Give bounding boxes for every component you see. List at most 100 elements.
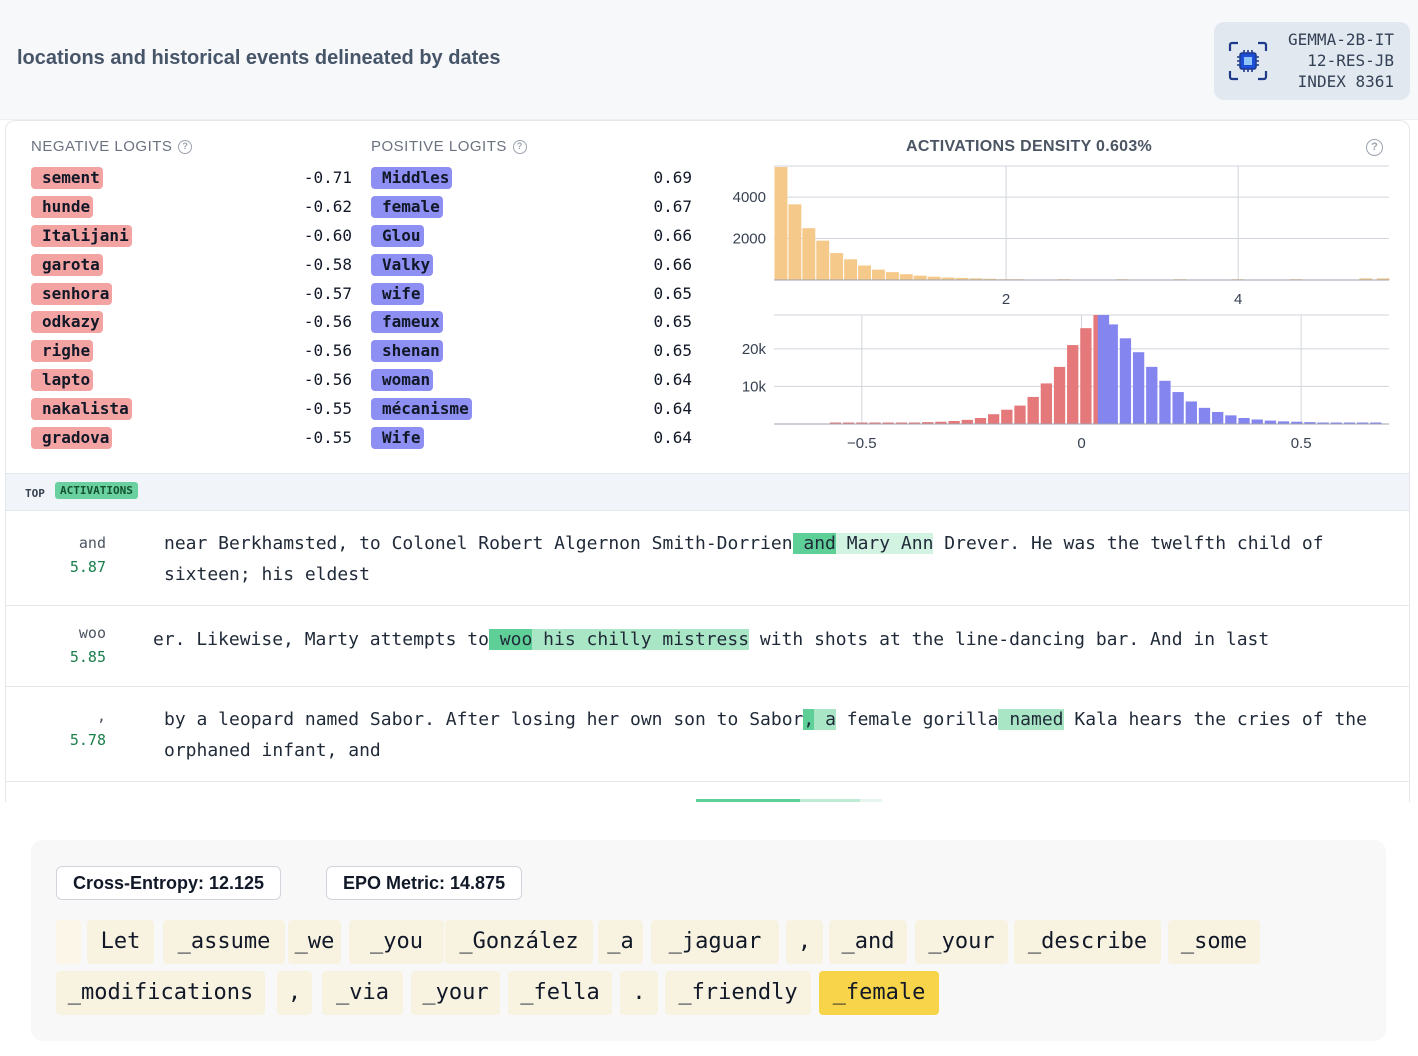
- negative-logit-token[interactable]: senhora: [31, 282, 113, 305]
- positive-logit-token[interactable]: mécanisme: [371, 398, 472, 421]
- prompt-token[interactable]: .: [620, 971, 658, 1015]
- histogram-bar: [830, 253, 844, 280]
- prompt-token[interactable]: _via: [322, 971, 403, 1015]
- histogram-bar: [1238, 417, 1250, 424]
- histogram-bar: [1251, 419, 1263, 424]
- positive-logit-token[interactable]: Middles: [371, 167, 453, 189]
- negative-logit-value: -0.71: [303, 168, 352, 187]
- positive-logit-token[interactable]: Glou: [371, 224, 424, 247]
- prompt-token[interactable]: _your: [915, 920, 1008, 964]
- model-identifier: GEMMA-2B-IT 12-RES-JB INDEX 8361: [1288, 29, 1394, 92]
- positive-logit-token[interactable]: female: [371, 195, 443, 218]
- help-icon[interactable]: ?: [512, 139, 527, 154]
- prompt-token[interactable]: _we: [288, 920, 341, 964]
- negative-logit-token[interactable]: garota: [31, 253, 103, 276]
- histogram-bar: [1146, 366, 1158, 424]
- prompt-token[interactable]: [56, 920, 81, 964]
- positive-logit-token[interactable]: Wife: [371, 427, 424, 450]
- prompt-token[interactable]: _and: [829, 920, 907, 964]
- histogram-bar: [816, 240, 830, 280]
- histogram-bar: [961, 419, 973, 424]
- top-label: TOP: [25, 487, 45, 500]
- positive-logit-token[interactable]: wife: [371, 282, 424, 305]
- positive-logits-header: POSITIVE LOGITS ?: [371, 138, 527, 155]
- negative-logit-value: -0.60: [303, 225, 352, 245]
- positive-logit-value: 0.66: [653, 254, 692, 274]
- histogram-bar: [987, 414, 1000, 424]
- help-icon[interactable]: ?: [1366, 139, 1383, 156]
- prompt-token-selected[interactable]: _female: [819, 971, 939, 1015]
- cpu-chip-icon: [1228, 41, 1268, 81]
- negative-logit-row: Italijani -0.60: [31, 223, 356, 252]
- activation-row[interactable]: , 5.78 by a leopard named Sabor. After los…: [6, 687, 1409, 782]
- prompt-token[interactable]: ,: [786, 920, 823, 964]
- prompt-token[interactable]: _modifications: [56, 971, 265, 1015]
- negative-logit-token[interactable]: lapto: [31, 369, 94, 392]
- negative-logit-value: -0.55: [303, 399, 352, 419]
- prompt-token[interactable]: _your: [411, 971, 500, 1015]
- highlighted-token[interactable]: his: [532, 629, 576, 650]
- negative-logit-token[interactable]: odkazy: [31, 311, 103, 334]
- histogram-bar: [1014, 405, 1026, 424]
- positive-logit-value: 0.64: [653, 370, 692, 390]
- histogram-bar: [1040, 383, 1053, 424]
- negative-logit-token[interactable]: Italijani: [31, 224, 132, 247]
- highlighted-token[interactable]: a: [814, 709, 836, 730]
- histogram-bar: [1172, 392, 1184, 424]
- context-text: near Berkhamsted, to Colonel Robert Alge…: [164, 533, 793, 554]
- positive-logit-row: wife 0.65: [371, 281, 696, 310]
- histogram-bar: [1198, 407, 1211, 424]
- positive-logits-label: POSITIVE LOGITS: [371, 138, 507, 155]
- highlighted-token[interactable]: Mary Ann: [835, 533, 934, 554]
- histogram-bar: [802, 228, 816, 280]
- positive-logit-token[interactable]: Valky: [371, 253, 434, 276]
- prompt-token[interactable]: _jaguar: [651, 920, 779, 964]
- prompt-token[interactable]: _describe: [1014, 920, 1161, 964]
- help-icon[interactable]: ?: [178, 139, 193, 154]
- highlighted-token[interactable]: ,: [803, 709, 815, 730]
- positive-logit-row: Glou 0.66: [371, 223, 696, 252]
- prompt-token[interactable]: ,: [277, 971, 312, 1015]
- prompt-token[interactable]: _you: [349, 920, 444, 964]
- activation-context: er. Likewise, Marty attempts to woo his …: [153, 624, 1393, 655]
- prompt-token[interactable]: _a: [598, 920, 643, 964]
- negative-logit-token[interactable]: nakalista: [31, 398, 132, 421]
- histogram-bar: [1080, 328, 1092, 424]
- histogram-bar: [974, 417, 987, 424]
- activation-row[interactable]: woo 5.85 er. Likewise, Marty attempts to w…: [6, 606, 1409, 687]
- highlighted-token[interactable]: chilly mistress: [575, 629, 750, 650]
- highlighted-token[interactable]: woo: [488, 629, 533, 650]
- activation-row[interactable]: and 5.87 near Berkhamsted, to Colonel Robe…: [6, 511, 1409, 606]
- histogram-bar: [1264, 420, 1277, 424]
- prompt-token[interactable]: Let: [87, 920, 154, 964]
- histogram-bar: [858, 265, 871, 280]
- prompt-token[interactable]: _fella: [508, 971, 612, 1015]
- positive-logit-token[interactable]: fameux: [371, 311, 443, 334]
- negative-logit-token[interactable]: gradova: [31, 427, 113, 450]
- negative-logit-row: lapto -0.56: [31, 367, 356, 396]
- positive-logit-value: 0.64: [653, 399, 692, 419]
- highlighted-token[interactable]: named: [998, 709, 1064, 730]
- histogram-bar: [885, 272, 899, 280]
- density-title: ACTIVATIONS DENSITY 0.603%: [906, 138, 1153, 155]
- positive-logit-value: 0.65: [653, 283, 692, 303]
- prompt-token[interactable]: _González: [445, 920, 593, 964]
- prompt-token[interactable]: _friendly: [665, 971, 811, 1015]
- positive-logit-token[interactable]: woman: [371, 369, 434, 392]
- prompt-token[interactable]: _assume: [163, 920, 285, 964]
- positive-logit-value: 0.64: [653, 428, 692, 448]
- positive-logit-token[interactable]: shenan: [371, 340, 443, 363]
- model-badge[interactable]: GEMMA-2B-IT 12-RES-JB INDEX 8361: [1214, 22, 1410, 100]
- highlighted-token[interactable]: and: [792, 533, 836, 554]
- activations-badge[interactable]: ACTIVATIONS: [55, 482, 138, 499]
- y-tick-label: 10k: [742, 378, 767, 395]
- x-tick-label: 0: [1077, 435, 1085, 452]
- negative-logit-token[interactable]: righe: [31, 340, 94, 363]
- negative-logit-token[interactable]: sement: [31, 167, 103, 189]
- scroll-progress: [860, 799, 882, 802]
- prompt-token[interactable]: _some: [1168, 920, 1260, 964]
- negative-logit-token[interactable]: hunde: [31, 195, 94, 218]
- positive-logit-row: Middles 0.69: [371, 165, 696, 194]
- negative-logit-value: -0.55: [303, 428, 352, 448]
- x-tick-label: 0.5: [1291, 435, 1312, 452]
